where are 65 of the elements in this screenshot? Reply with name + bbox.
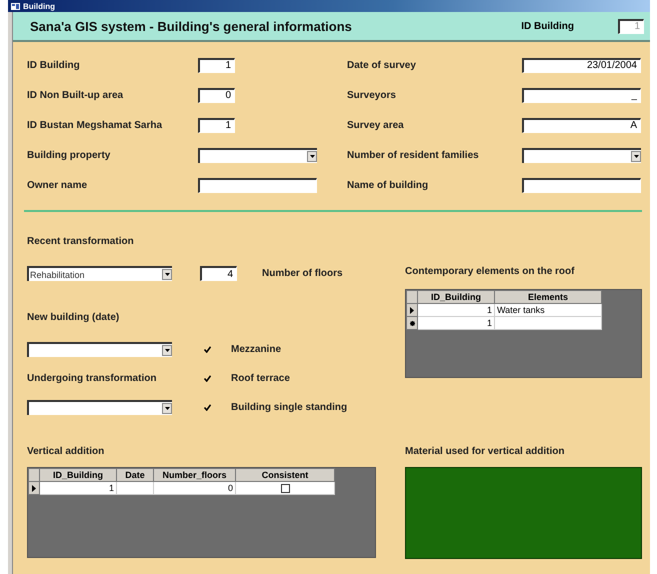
checkbox[interactable]	[280, 484, 290, 494]
table-cell: 1	[418, 316, 494, 330]
column-header: Elements	[494, 290, 602, 304]
field-label: Owner name	[27, 180, 88, 190]
input-field[interactable]: _	[522, 88, 641, 102]
input-field[interactable]: A	[522, 118, 641, 132]
table-cell	[116, 482, 154, 494]
input-field[interactable]	[522, 178, 641, 192]
form-title: Sana'a GIS system - Building's general informations	[30, 18, 353, 34]
check-icon	[204, 375, 210, 382]
section-label: Contemporary elements on the roof	[405, 266, 576, 277]
check-icon	[204, 404, 210, 411]
checkbox[interactable]	[203, 404, 211, 412]
caret-icon	[310, 154, 314, 158]
input-field[interactable]: 0	[198, 88, 235, 102]
checkbox[interactable]	[203, 346, 211, 354]
table-cell: 1	[40, 482, 116, 494]
caret-icon	[164, 349, 170, 352]
caret-icon	[164, 273, 170, 276]
dropdown-field[interactable]	[27, 400, 172, 415]
field-label: ID Building	[27, 60, 81, 70]
dropdown-field[interactable]: Rehabilitation	[27, 266, 172, 281]
input-field[interactable]: 23/01/2004	[522, 58, 641, 72]
section-label: Material used for vertical addition	[405, 446, 566, 457]
checkbox-label: Roof terrace	[231, 373, 290, 384]
new-record-icon	[410, 320, 414, 326]
section-label: New building (date)	[27, 312, 120, 323]
caret-icon	[634, 154, 638, 158]
table-cell: 0	[154, 482, 236, 494]
field-label: Building property	[27, 150, 112, 160]
field-label: Survey area	[347, 120, 405, 130]
field-label: Date of survey	[347, 60, 417, 70]
caret-icon	[164, 407, 170, 410]
input-field[interactable]: 1	[198, 118, 235, 132]
field-label: ID Non Built-up area	[27, 90, 124, 100]
column-header: Consistent	[236, 468, 334, 482]
record-pointer-icon	[32, 484, 36, 492]
column-header: Number_floors	[154, 468, 236, 482]
field-label: ID Building	[521, 20, 574, 32]
field-label: ID Bustan Megshamat Sarha	[27, 120, 164, 130]
table-cell: Water tanks	[494, 304, 602, 316]
dropdown-field[interactable]	[522, 148, 641, 162]
input-field[interactable]: 4	[200, 266, 237, 281]
field-label: Name of building	[347, 180, 430, 190]
column-header: Date	[116, 468, 154, 482]
column-header: ID_Building	[40, 468, 116, 482]
check-icon	[204, 346, 210, 353]
checkbox-label: Building single standing	[231, 402, 348, 413]
column-header: ID_Building	[418, 290, 494, 304]
section-label: Undergoing transformation	[27, 373, 158, 384]
record-pointer-icon	[410, 306, 414, 314]
field-label: Number of floors	[262, 268, 343, 279]
window-title: Building	[23, 2, 55, 10]
dropdown-field[interactable]	[27, 342, 172, 357]
dropdown-field[interactable]	[198, 148, 317, 162]
input-field[interactable]	[198, 178, 317, 192]
checkbox[interactable]	[203, 374, 211, 382]
field-label: Surveyors	[347, 90, 397, 100]
field-label: Number of resident families	[347, 150, 480, 160]
section-label: Vertical addition	[27, 446, 106, 457]
form-icon	[11, 2, 20, 10]
checkbox-label: Mezzanine	[231, 344, 282, 355]
section-label: Recent transformation	[27, 236, 135, 247]
table-cell: 1	[418, 304, 494, 316]
input-field[interactable]: 1	[198, 58, 235, 72]
